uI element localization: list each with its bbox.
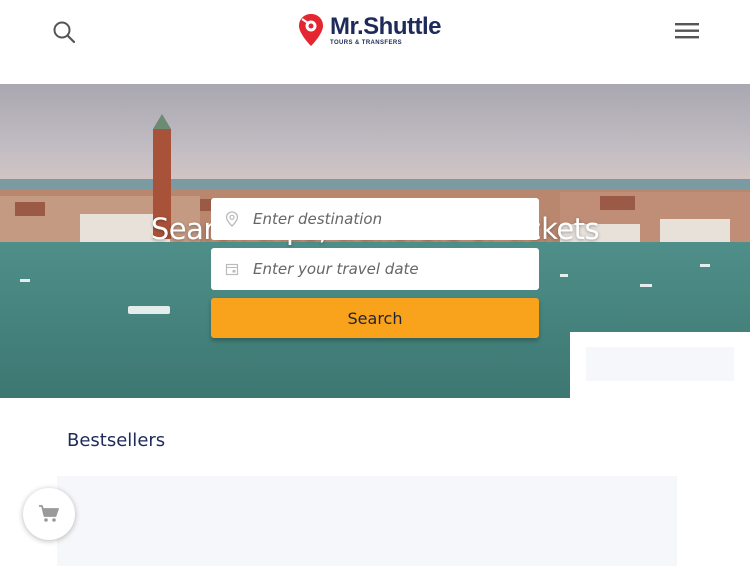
search-icon[interactable] (50, 18, 78, 46)
search-button[interactable]: Search (211, 298, 539, 338)
travel-date-input[interactable] (253, 260, 523, 278)
travel-date-field[interactable] (211, 248, 539, 290)
promo-card-placeholder (586, 347, 734, 381)
bestsellers-heading: Bestsellers (67, 430, 166, 451)
site-logo[interactable]: Mr.Shuttle TOURS & TRANSFERS (298, 12, 442, 48)
logo-wordmark: Mr.Shuttle (330, 12, 442, 40)
destination-input[interactable] (253, 210, 523, 228)
calendar-icon (211, 248, 253, 290)
location-pin-icon (211, 198, 253, 240)
site-header: Mr.Shuttle TOURS & TRANSFERS (0, 0, 750, 84)
destination-field[interactable] (211, 198, 539, 240)
hamburger-menu-icon[interactable] (672, 18, 702, 44)
shopping-cart-icon (39, 505, 59, 522)
shopping-cart-button[interactable] (23, 488, 75, 540)
logo-mark-icon (299, 14, 323, 46)
bestseller-card-placeholder (57, 476, 677, 566)
logo-tagline: TOURS & TRANSFERS (330, 39, 403, 46)
